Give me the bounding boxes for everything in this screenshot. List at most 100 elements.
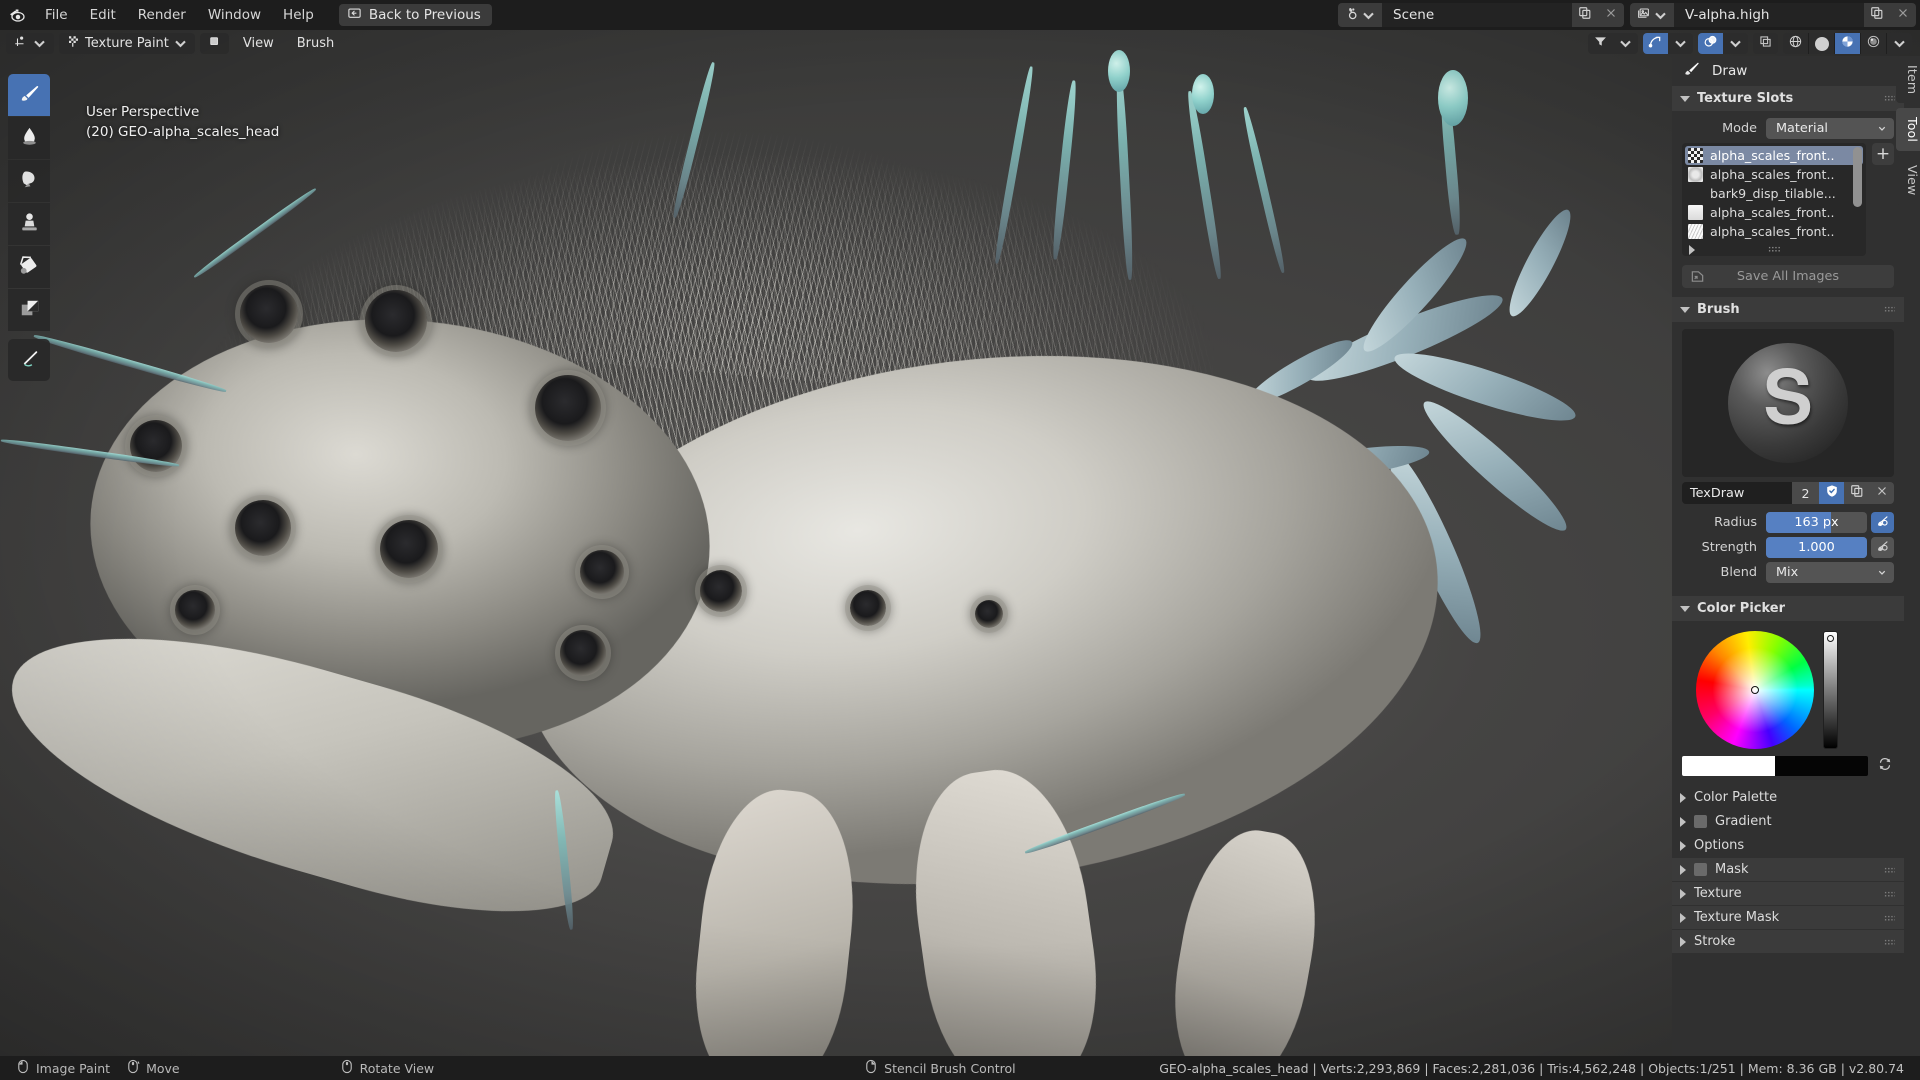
tool-clone[interactable] (8, 203, 50, 245)
section-color-palette[interactable]: Color Palette (1672, 786, 1904, 809)
texture-slot-scrollbar[interactable] (1853, 147, 1862, 207)
save-all-images-button[interactable]: Save All Images (1682, 265, 1894, 288)
secondary-color-swatch[interactable] (1775, 756, 1868, 776)
overlays-dropdown[interactable] (1723, 33, 1748, 54)
swap-colors-button[interactable] (1876, 757, 1894, 775)
3d-viewport[interactable]: Texture Paint View Brush (0, 30, 1920, 1062)
menu-render[interactable]: Render (127, 4, 197, 26)
tool-mask[interactable] (8, 289, 50, 331)
object-data-button[interactable] (200, 33, 229, 54)
drag-grip[interactable] (1884, 939, 1895, 946)
brush-fake-user-toggle[interactable] (1819, 482, 1844, 504)
resize-grip[interactable] (1768, 246, 1781, 252)
scene-duplicate-button[interactable] (1572, 3, 1598, 27)
radius-slider[interactable]: 163 px (1766, 512, 1867, 533)
drag-grip[interactable] (1884, 306, 1895, 313)
section-header-texture-slots[interactable]: Texture Slots (1672, 86, 1904, 111)
color-swatches[interactable] (1682, 756, 1868, 776)
strength-pressure-toggle[interactable] (1871, 537, 1894, 558)
section-texture-mask[interactable]: Texture Mask (1672, 906, 1904, 929)
blender-logo-icon[interactable] (0, 6, 34, 25)
list-footer[interactable] (1685, 241, 1863, 256)
properties-n-panel[interactable]: Draw Texture Slots Mode Material (1672, 56, 1920, 1056)
shading-mode-group[interactable] (1783, 33, 1912, 54)
color-value-slider[interactable] (1823, 631, 1838, 749)
tab-item[interactable]: Item (1896, 56, 1920, 103)
interaction-mode-selector[interactable]: Texture Paint (59, 33, 195, 54)
section-stroke[interactable]: Stroke (1672, 930, 1904, 953)
scene-selector[interactable]: Scene (1338, 3, 1624, 27)
gizmo-dropdown[interactable] (1668, 33, 1693, 54)
list-item[interactable]: alpha_scales_front.. (1685, 165, 1863, 184)
list-item[interactable]: alpha_scales_front.. (1685, 222, 1863, 241)
view-layer-selector[interactable]: V-alpha.high (1630, 3, 1916, 27)
drag-grip[interactable] (1884, 891, 1895, 898)
brush-name-field[interactable]: TexDraw (1682, 482, 1792, 504)
gizmo-group[interactable] (1643, 33, 1693, 54)
blend-dropdown[interactable]: Mix (1766, 562, 1894, 583)
mask-checkbox[interactable] (1694, 863, 1707, 876)
menu-file[interactable]: File (34, 4, 79, 26)
tool-soften[interactable] (8, 117, 50, 159)
overlays-group[interactable] (1698, 33, 1748, 54)
menu-edit[interactable]: Edit (79, 4, 127, 26)
list-item[interactable]: alpha_scales_front.. (1685, 146, 1863, 165)
texture-slot-list[interactable]: alpha_scales_front.. alpha_scales_front.… (1682, 143, 1866, 256)
view-layer-remove-button[interactable] (1890, 3, 1916, 27)
section-gradient[interactable]: Gradient (1672, 810, 1904, 833)
strength-slider[interactable]: 1.000 (1766, 537, 1867, 558)
xray-toggle[interactable] (1753, 33, 1778, 54)
drag-grip[interactable] (1884, 867, 1895, 874)
shading-material-preview-button[interactable] (1835, 33, 1860, 54)
funnel-icon-button[interactable] (1588, 33, 1613, 54)
xray-group[interactable] (1753, 33, 1778, 54)
tool-fill[interactable] (8, 246, 50, 288)
menu-window[interactable]: Window (197, 4, 272, 26)
shading-solid-button[interactable] (1809, 33, 1834, 54)
view-layer-duplicate-button[interactable] (1864, 3, 1890, 27)
back-to-previous-button[interactable]: Back to Previous (339, 4, 492, 26)
menu-help[interactable]: Help (272, 4, 325, 26)
view-layer-name-field[interactable]: V-alpha.high (1674, 3, 1864, 27)
show-overlays-toggle[interactable] (1698, 33, 1723, 54)
viewport-menu-view[interactable]: View (234, 33, 283, 54)
status-label: Move (146, 1061, 180, 1076)
brush-unlink-button[interactable] (1869, 482, 1894, 504)
list-item[interactable]: bark9_disp_tilable... (1685, 184, 1863, 203)
drag-grip[interactable] (1884, 915, 1895, 922)
section-mask[interactable]: Mask (1672, 858, 1904, 881)
visibility-filter-dropdown[interactable] (1613, 33, 1638, 54)
tool-smear[interactable] (8, 160, 50, 202)
value-slider-knob[interactable] (1827, 635, 1834, 642)
section-header-color-picker[interactable]: Color Picker (1672, 596, 1904, 621)
scene-unlink-button[interactable] (1598, 3, 1624, 27)
tab-tool[interactable]: Tool (1896, 108, 1920, 151)
tab-view[interactable]: View (1896, 156, 1920, 204)
tool-draw[interactable] (8, 74, 50, 116)
color-wheel[interactable] (1696, 631, 1814, 749)
primary-color-swatch[interactable] (1682, 756, 1775, 776)
shading-rendered-button[interactable] (1861, 33, 1886, 54)
tool-annotate[interactable] (8, 339, 50, 381)
color-wheel-cursor[interactable] (1751, 686, 1759, 694)
section-options[interactable]: Options (1672, 834, 1904, 857)
show-gizmo-toggle[interactable] (1643, 33, 1668, 54)
list-item[interactable]: alpha_scales_front.. (1685, 203, 1863, 222)
editor-type-selector[interactable] (6, 33, 54, 54)
scene-name-field[interactable]: Scene (1382, 3, 1572, 27)
mode-dropdown[interactable]: Material (1766, 118, 1894, 139)
viewport-menu-brush[interactable]: Brush (288, 33, 344, 54)
add-texture-slot-button[interactable]: + (1872, 143, 1894, 165)
brush-duplicate-button[interactable] (1844, 482, 1869, 504)
brush-users-count[interactable]: 2 (1792, 482, 1819, 504)
section-header-brush[interactable]: Brush (1672, 297, 1904, 322)
shading-dropdown[interactable] (1887, 33, 1912, 54)
shading-wireframe-button[interactable] (1783, 33, 1808, 54)
gradient-checkbox[interactable] (1694, 815, 1707, 828)
radius-pressure-toggle[interactable] (1871, 512, 1894, 533)
view-layer-icon-button[interactable] (1630, 3, 1674, 27)
chevron-right-icon[interactable] (1689, 245, 1695, 255)
scene-icon-button[interactable] (1338, 3, 1382, 27)
section-texture[interactable]: Texture (1672, 882, 1904, 905)
visibility-filter-group[interactable] (1588, 33, 1638, 54)
